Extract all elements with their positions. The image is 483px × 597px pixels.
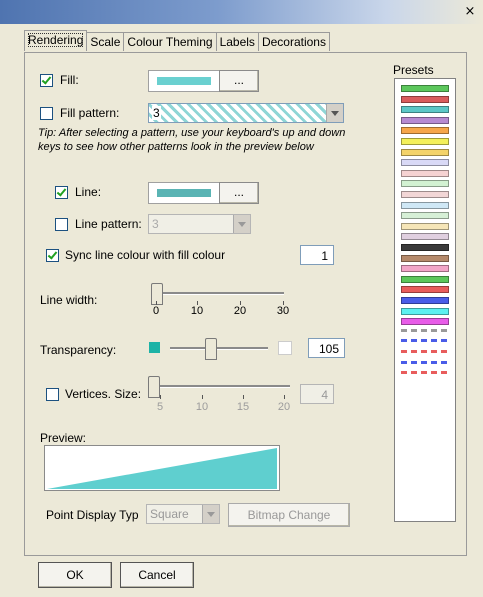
cancel-button[interactable]: Cancel bbox=[120, 562, 194, 588]
line-width-tick-0: 0 bbox=[152, 305, 160, 317]
presets-label: Presets bbox=[393, 63, 434, 77]
tab-colour-theming[interactable]: Colour Theming bbox=[123, 32, 217, 51]
preset-dashed-swatch[interactable] bbox=[401, 328, 449, 332]
tab-strip: Rendering Scale Colour Theming Labels De… bbox=[24, 30, 330, 52]
transparency-track[interactable] bbox=[170, 347, 268, 350]
line-width-slider-thumb[interactable] bbox=[151, 283, 163, 305]
preset-swatch[interactable] bbox=[401, 318, 449, 326]
preview-shape bbox=[47, 448, 277, 489]
vertices-checkbox[interactable] bbox=[46, 388, 59, 401]
preset-swatch[interactable] bbox=[401, 265, 449, 273]
preset-swatch[interactable] bbox=[401, 95, 449, 103]
transparency-opaque-swatch bbox=[149, 342, 160, 353]
title-bar: × bbox=[0, 0, 483, 24]
tick-mark bbox=[160, 395, 161, 399]
tab-scale[interactable]: Scale bbox=[86, 32, 125, 51]
point-display-label: Point Display Typ bbox=[46, 508, 139, 522]
ok-button[interactable]: OK bbox=[38, 562, 112, 588]
preset-swatch[interactable] bbox=[401, 222, 449, 230]
line-width-track[interactable] bbox=[153, 292, 284, 295]
line-color-button[interactable]: ... bbox=[219, 182, 259, 204]
preset-dashed-swatch[interactable] bbox=[401, 350, 449, 353]
chevron-down-icon[interactable] bbox=[233, 215, 250, 233]
line-pattern-label: Line pattern: bbox=[75, 217, 142, 231]
tab-labels[interactable]: Labels bbox=[215, 32, 259, 51]
chevron-down-icon[interactable] bbox=[202, 505, 219, 523]
tick-mark bbox=[202, 395, 203, 399]
preset-dashed-swatch[interactable] bbox=[401, 360, 449, 364]
close-icon[interactable]: × bbox=[463, 5, 477, 19]
line-color-bar bbox=[157, 189, 211, 197]
transparency-label: Transparency: bbox=[40, 343, 117, 357]
preset-swatch[interactable] bbox=[401, 244, 449, 251]
line-width-tick-10: 10 bbox=[190, 305, 204, 317]
sync-value-field[interactable]: 1 bbox=[300, 245, 334, 265]
line-width-tick-30: 30 bbox=[276, 305, 290, 317]
sync-checkbox[interactable] bbox=[46, 249, 59, 262]
preset-swatch[interactable] bbox=[401, 286, 449, 294]
transparency-value-field[interactable]: 105 bbox=[308, 338, 345, 358]
fill-pattern-label: Fill pattern: bbox=[60, 106, 120, 120]
preset-swatch[interactable] bbox=[401, 254, 449, 262]
preset-swatch[interactable] bbox=[401, 148, 449, 156]
line-width-label: Line width: bbox=[40, 293, 98, 307]
vertices-label: Vertices. Size: bbox=[65, 387, 142, 401]
fill-label: Fill: bbox=[60, 73, 79, 87]
preset-swatch[interactable] bbox=[401, 159, 449, 167]
vertices-tick-15: 15 bbox=[236, 401, 250, 413]
pattern-tip: Tip: After selecting a pattern, use your… bbox=[38, 127, 346, 153]
fill-color-button[interactable]: ... bbox=[219, 70, 259, 92]
fill-color-swatch[interactable] bbox=[148, 70, 220, 92]
line-pattern-select[interactable]: 3 bbox=[148, 214, 251, 234]
transparency-clear-swatch bbox=[278, 341, 292, 355]
preset-swatch[interactable] bbox=[401, 116, 449, 124]
fill-checkbox[interactable] bbox=[40, 74, 53, 87]
preset-swatch[interactable] bbox=[401, 233, 449, 241]
point-display-value: Square bbox=[150, 507, 189, 521]
preset-swatch[interactable] bbox=[401, 169, 449, 177]
bitmap-change-button[interactable]: Bitmap Change bbox=[228, 503, 350, 527]
preset-swatch[interactable] bbox=[401, 191, 449, 198]
line-color-swatch[interactable] bbox=[148, 182, 220, 204]
tab-decorations[interactable]: Decorations bbox=[257, 32, 330, 51]
preset-swatch[interactable] bbox=[401, 297, 449, 304]
preset-swatch[interactable] bbox=[401, 275, 449, 283]
fill-color-bar bbox=[157, 77, 211, 85]
vertices-tick-5: 5 bbox=[156, 401, 164, 413]
preset-swatch[interactable] bbox=[401, 85, 449, 92]
fill-pattern-select[interactable]: 3 bbox=[148, 103, 344, 123]
preset-swatch[interactable] bbox=[401, 180, 449, 188]
vertices-track[interactable] bbox=[152, 385, 290, 388]
line-pattern-checkbox[interactable] bbox=[55, 218, 68, 231]
line-pattern-value: 3 bbox=[152, 217, 159, 231]
presets-list[interactable] bbox=[394, 78, 456, 522]
tick-mark bbox=[243, 395, 244, 399]
preset-swatch[interactable] bbox=[401, 201, 449, 209]
vertices-tick-20: 20 bbox=[277, 401, 291, 413]
vertices-slider-thumb[interactable] bbox=[148, 376, 160, 398]
preset-swatch[interactable] bbox=[401, 106, 449, 114]
chevron-down-icon[interactable] bbox=[326, 104, 343, 122]
transparency-slider-thumb[interactable] bbox=[205, 338, 217, 360]
fill-pattern-checkbox[interactable] bbox=[40, 107, 53, 120]
fill-pattern-value: 3 bbox=[152, 106, 161, 120]
sync-label: Sync line colour with fill colour bbox=[65, 248, 226, 262]
preview-box bbox=[44, 445, 280, 491]
line-width-tick-20: 20 bbox=[233, 305, 247, 317]
line-label: Line: bbox=[75, 185, 102, 199]
preset-swatch[interactable] bbox=[401, 307, 449, 315]
vertices-tick-10: 10 bbox=[195, 401, 209, 413]
preview-label: Preview: bbox=[40, 431, 87, 445]
line-checkbox[interactable] bbox=[55, 186, 68, 199]
preset-swatch[interactable] bbox=[401, 127, 449, 135]
preset-swatch[interactable] bbox=[401, 138, 449, 145]
tab-rendering[interactable]: Rendering bbox=[24, 30, 88, 51]
preset-swatch[interactable] bbox=[401, 212, 449, 220]
preset-dashed-swatch[interactable] bbox=[401, 371, 449, 375]
point-display-select[interactable]: Square bbox=[146, 504, 220, 524]
tick-mark bbox=[284, 395, 285, 399]
preset-dashed-swatch[interactable] bbox=[401, 339, 449, 343]
vertices-size-field[interactable]: 4 bbox=[300, 384, 334, 404]
